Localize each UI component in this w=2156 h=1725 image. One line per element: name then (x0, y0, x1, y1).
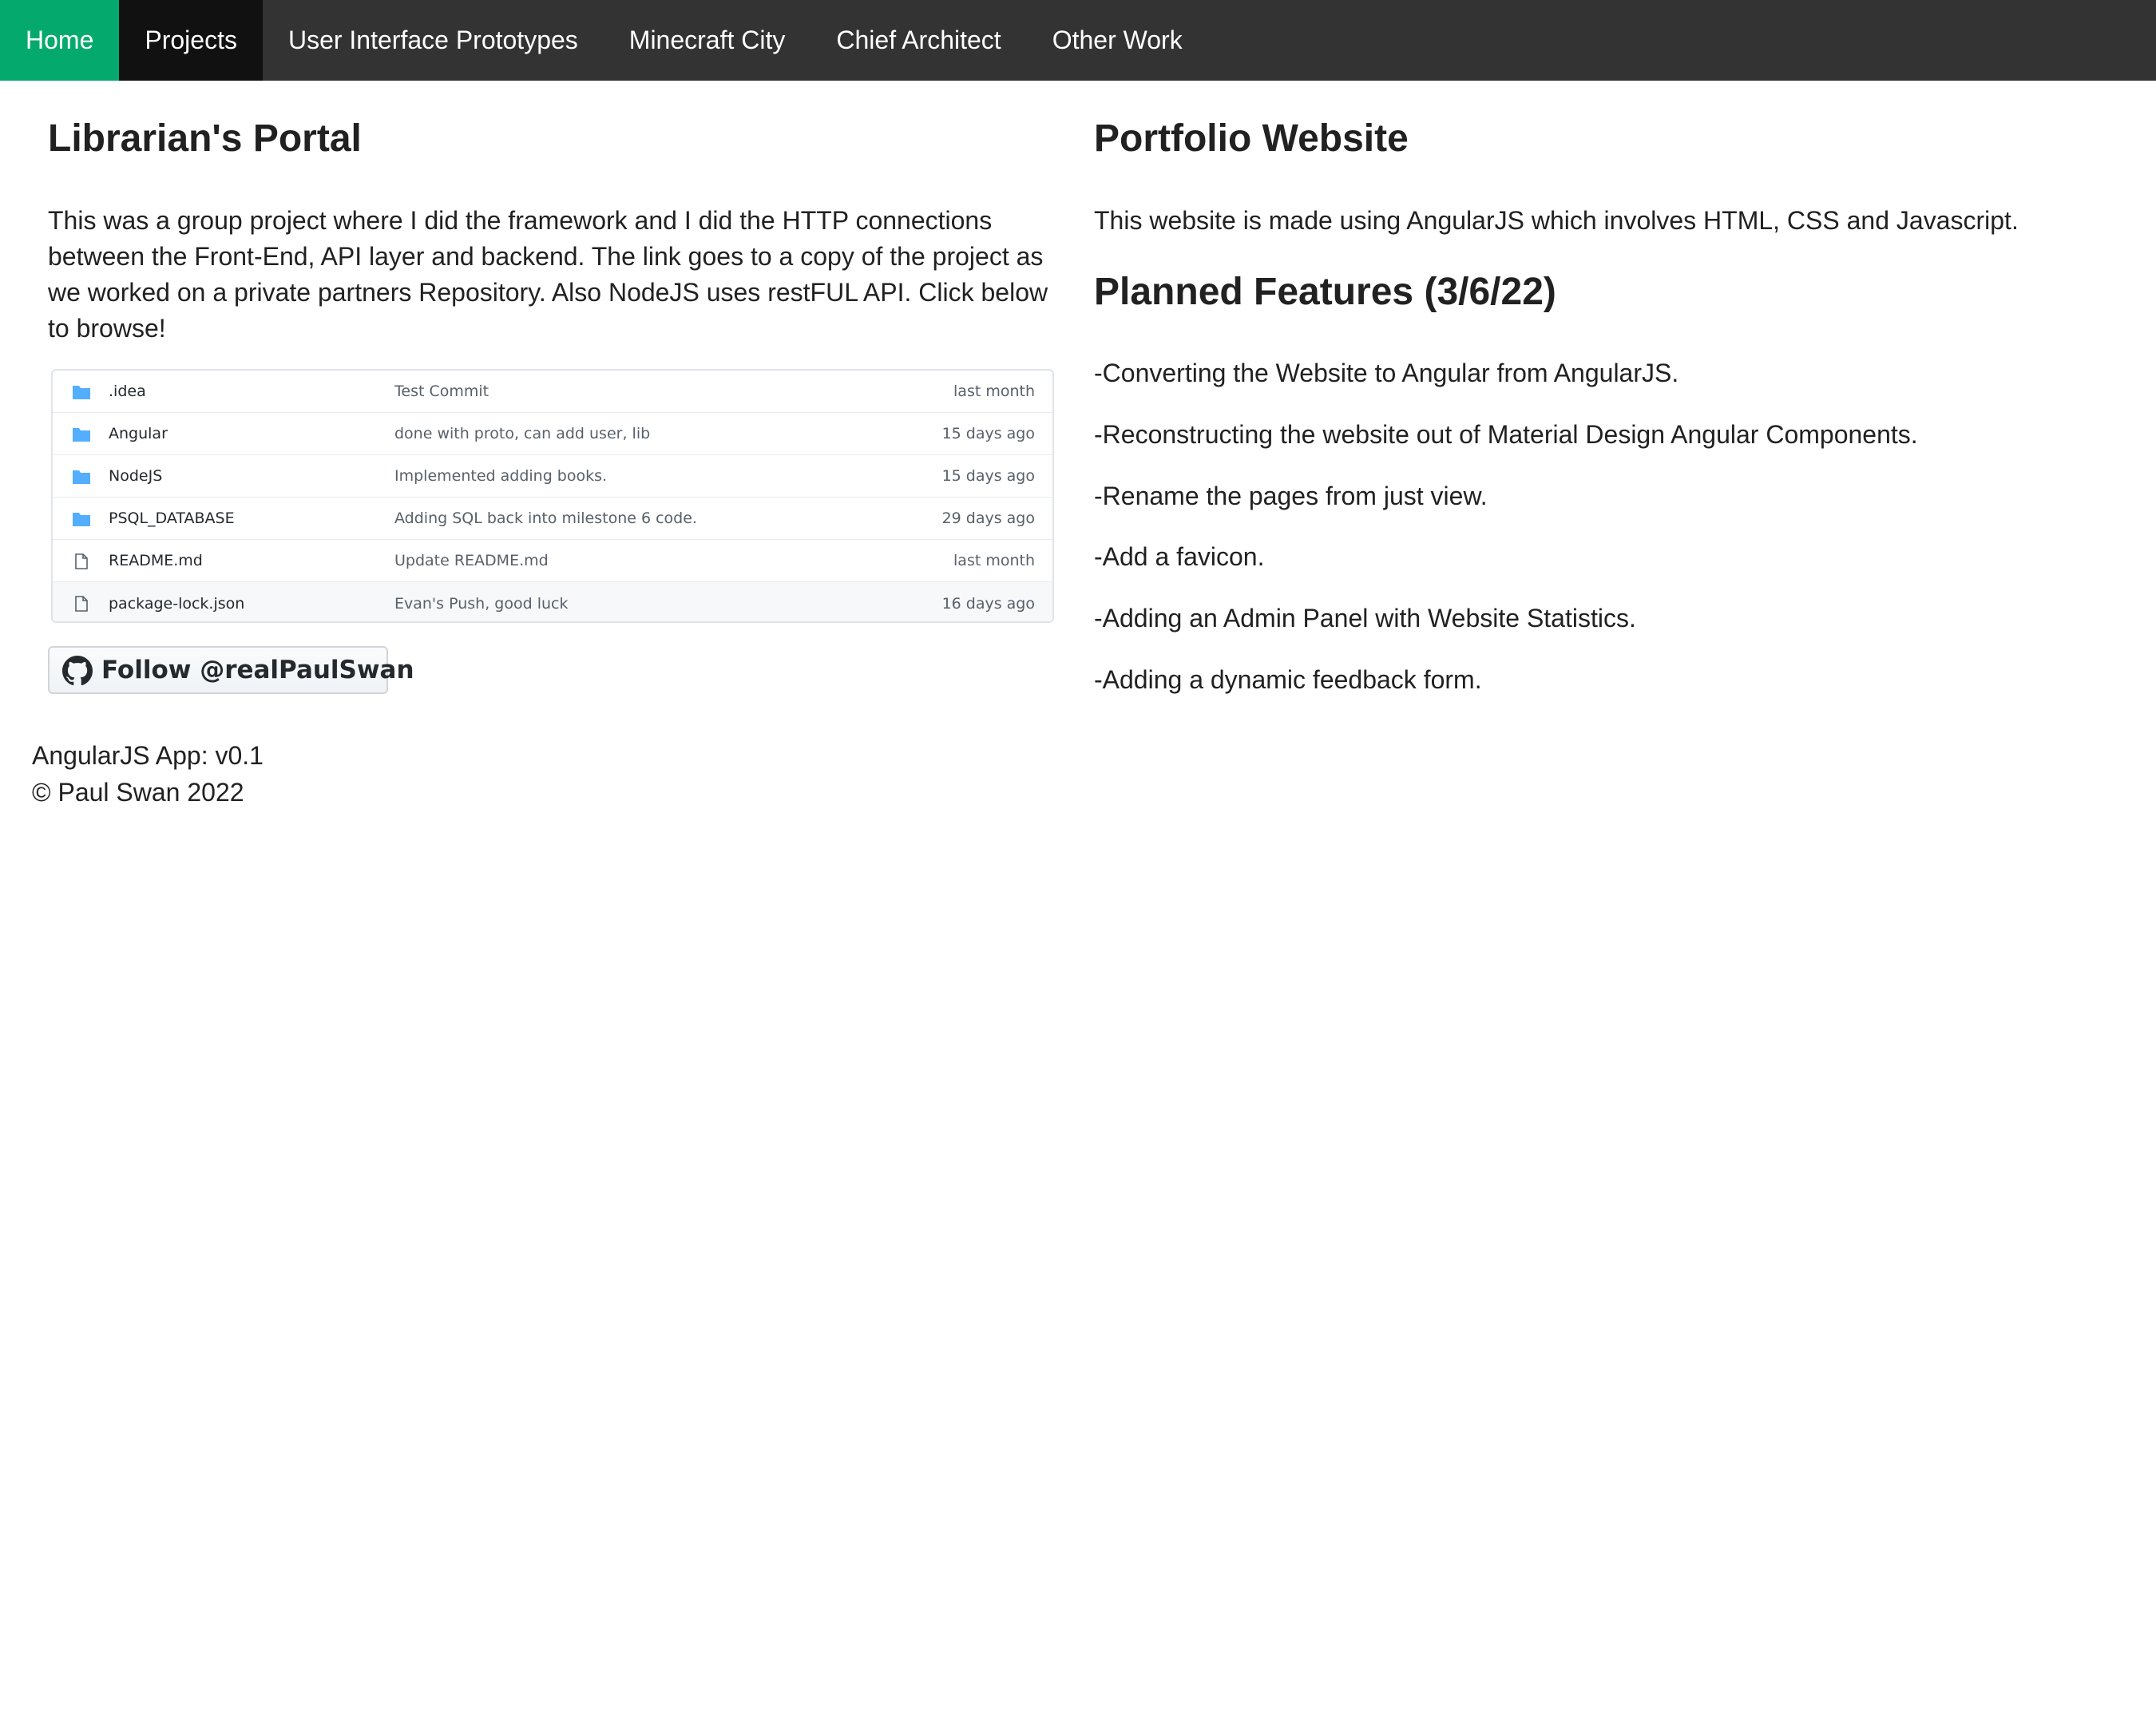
folder-icon (73, 470, 90, 484)
repo-commit-age: 29 days ago (941, 510, 1035, 527)
folder-icon (73, 386, 90, 399)
nav-item-minecraft-city[interactable]: Minecraft City (604, 0, 811, 81)
librarian-portal-description: This was a group project where I did the… (48, 206, 1048, 343)
nav-item-other-work[interactable]: Other Work (1027, 0, 1208, 81)
nav-item-home[interactable]: Home (0, 0, 120, 81)
repo-commit-message[interactable]: Adding SQL back into milestone 6 code. (394, 510, 697, 527)
nav-item-chief-architect[interactable]: Chief Architect (810, 0, 1026, 81)
planned-feature-item: -Adding an Admin Panel with Website Stat… (1094, 604, 1636, 632)
planned-feature-item: -Rename the pages from just view. (1094, 482, 1488, 510)
app-version: AngularJS App: v0.1 (32, 741, 264, 770)
repo-file-row[interactable]: .idea Test Commit last month (53, 371, 1052, 413)
repo-commit-message[interactable]: Test Commit (394, 383, 489, 400)
repo-file-name[interactable]: Angular (109, 425, 168, 442)
repo-commit-age: 15 days ago (941, 467, 1035, 485)
folder-icon (73, 428, 90, 442)
copyright-notice: © Paul Swan 2022 (32, 778, 244, 807)
planned-feature-item: -Adding a dynamic feedback form. (1094, 665, 1482, 694)
repo-file-row[interactable]: NodeJS Implemented adding books. 15 days… (53, 455, 1052, 498)
repo-commit-message[interactable]: Evan's Push, good luck (394, 595, 568, 613)
nav-item-user-interface-prototypes[interactable]: User Interface Prototypes (263, 0, 604, 81)
github-follow-button[interactable]: Follow @realPaulSwan (48, 646, 414, 694)
librarian-portal-title: Librarian's Portal (48, 117, 362, 160)
repo-file-name[interactable]: .idea (109, 383, 146, 400)
github-icon (62, 656, 93, 686)
planned-features-title: Planned Features (3/6/22) (1094, 271, 1556, 313)
repo-file-name[interactable]: PSQL_DATABASE (109, 510, 235, 527)
repo-commit-message[interactable]: done with proto, can add user, lib (394, 425, 650, 442)
page-footer: AngularJS App: v0.1 © Paul Swan 2022 (32, 737, 264, 811)
file-icon (75, 596, 88, 612)
top-navbar: Home Projects User Interface Prototypes … (0, 0, 2156, 81)
repo-file-row[interactable]: package-lock.json Evan's Push, good luck… (53, 582, 1052, 621)
repo-file-row[interactable]: PSQL_DATABASE Adding SQL back into miles… (53, 498, 1052, 540)
repo-commit-age: 15 days ago (941, 425, 1035, 442)
folder-icon (73, 513, 90, 526)
repo-commit-message[interactable]: Update README.md (394, 552, 549, 569)
repo-commit-age: last month (953, 552, 1035, 569)
repo-file-list[interactable]: .idea Test Commit last month Angular don… (51, 369, 1054, 623)
repo-file-row[interactable]: Angular done with proto, can add user, l… (53, 413, 1052, 455)
repo-commit-message[interactable]: Implemented adding books. (394, 467, 607, 485)
portfolio-website-title: Portfolio Website (1094, 117, 1409, 160)
repo-file-name[interactable]: package-lock.json (109, 595, 244, 613)
repo-file-name[interactable]: README.md (109, 552, 203, 569)
planned-feature-item: -Add a favicon. (1094, 542, 1265, 571)
github-follow-label: Follow @realPaulSwan (101, 656, 414, 684)
repo-commit-age: 16 days ago (941, 594, 1035, 613)
repo-commit-age: last month (953, 383, 1035, 400)
planned-feature-item: -Converting the Website to Angular from … (1094, 359, 1679, 387)
portfolio-website-description: This website is made using AngularJS whi… (1094, 206, 2019, 235)
repo-file-name[interactable]: NodeJS (109, 467, 162, 485)
repo-file-row[interactable]: README.md Update README.md last month (53, 540, 1052, 582)
nav-item-projects[interactable]: Projects (119, 0, 263, 81)
planned-feature-item: -Reconstructing the website out of Mater… (1094, 420, 1918, 449)
file-icon (75, 553, 88, 569)
